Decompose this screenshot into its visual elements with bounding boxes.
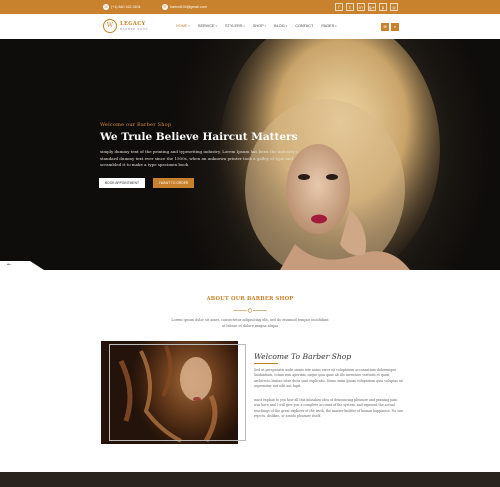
chevron-down-icon: ▾: [243, 24, 245, 28]
nav-item-contact[interactable]: CONTACT: [295, 24, 313, 28]
chevron-down-icon: ▾: [264, 24, 267, 28]
nav-item-stylers[interactable]: STYLERS ▾: [225, 24, 245, 28]
site-header: W LEGACY BARBER SHOP HOME ▾ SERVICE ▾ STYLER…: [0, 14, 500, 39]
nav-item-label: HOME: [176, 24, 188, 28]
logo-mark: W: [103, 19, 117, 33]
google-plus-icon[interactable]: g+: [368, 3, 376, 11]
site-logo[interactable]: W LEGACY BARBER SHOP: [103, 19, 148, 33]
search-icon[interactable]: ⌕: [391, 23, 399, 31]
image-frame: [109, 344, 246, 441]
welcome-paragraph-2: must explain to you how all this mistake…: [254, 398, 404, 419]
phone-icon: ☏: [103, 4, 109, 10]
facebook-icon[interactable]: f: [335, 3, 343, 11]
hero-description: simply dummy text of the printing and ty…: [100, 149, 298, 168]
nav-item-label: SERVICE: [197, 24, 215, 28]
nav-item-label: BLOG: [274, 24, 285, 28]
hero-eyebrow: Welcome our Barber Shop: [100, 122, 172, 128]
about-section-title: ABOUT OUR BARBER SHOP: [206, 296, 294, 302]
nav-item-shop[interactable]: SHOP ▾: [253, 24, 266, 28]
about-image: [101, 341, 246, 444]
scissors-divider-icon: [233, 308, 267, 313]
email-contact[interactable]: ✉ haircut100@gmail.com: [162, 3, 207, 11]
nav-item-service[interactable]: SERVICE ▾: [198, 24, 217, 28]
nav-item-pages[interactable]: PAGES ▾: [321, 24, 336, 28]
envelope-icon: ✉: [162, 4, 168, 10]
welcome-paragraph-1: Sed ut perspiciatis unde omnis iste natu…: [254, 368, 403, 389]
nav-item-label: STYLERS: [225, 24, 243, 28]
nav-item-blog[interactable]: BLOG ▾: [274, 24, 287, 28]
nav-item-home[interactable]: HOME ▾: [176, 24, 190, 28]
linkedin-icon[interactable]: in: [357, 3, 365, 11]
nav-item-label: PAGES: [321, 24, 335, 28]
pinterest-icon[interactable]: p: [379, 3, 387, 11]
top-bar: ☏ (+1) 840 162 2404 ✉ haircut100@gmail.c…: [0, 0, 500, 14]
order-button[interactable]: I WANT TO ORDER: [153, 178, 194, 188]
chevron-down-icon: ▾: [188, 24, 190, 28]
slider-next-button[interactable]: [30, 261, 44, 270]
main-nav: HOME ▾ SERVICE ▾ STYLERS ▾ SHOP ▾ BLOG ▾ CONTACT PA…: [176, 24, 337, 28]
arrow-left-icon: ←: [7, 262, 12, 268]
hero-title: We Trule Believe Haircut Matters: [100, 131, 298, 143]
slider-prev-button[interactable]: ←: [0, 261, 30, 270]
phone-contact[interactable]: ☏ (+1) 840 162 2404: [103, 3, 140, 11]
email-address: haircut100@gmail.com: [170, 5, 207, 9]
cart-icon[interactable]: ⊞: [381, 23, 389, 31]
chevron-down-icon: ▾: [215, 24, 218, 28]
book-appointment-button[interactable]: BOOK APPOINTMENT: [99, 178, 145, 188]
slider-controls: ←: [0, 261, 60, 270]
welcome-title: Welcome To Barber Shop: [254, 352, 352, 361]
next-section-strip: [0, 472, 500, 487]
phone-number: (+1) 840 162 2404: [111, 5, 141, 9]
social-links: f t in g+ p ◎: [335, 3, 398, 11]
twitter-icon[interactable]: t: [346, 3, 354, 11]
nav-item-label: CONTACT: [295, 24, 314, 28]
about-intro-text: Lorem ipsum dolor sit amet, consectetur …: [171, 318, 329, 328]
welcome-underline: [254, 363, 278, 364]
chevron-down-icon: ▾: [335, 24, 337, 28]
chevron-down-icon: ▾: [285, 24, 288, 28]
instagram-icon[interactable]: ◎: [390, 3, 398, 11]
hero-slider: Welcome our Barber Shop We Trule Believe…: [0, 39, 500, 270]
brand-subtitle: BARBER SHOP: [120, 27, 149, 31]
nav-item-label: SHOP: [252, 24, 264, 28]
